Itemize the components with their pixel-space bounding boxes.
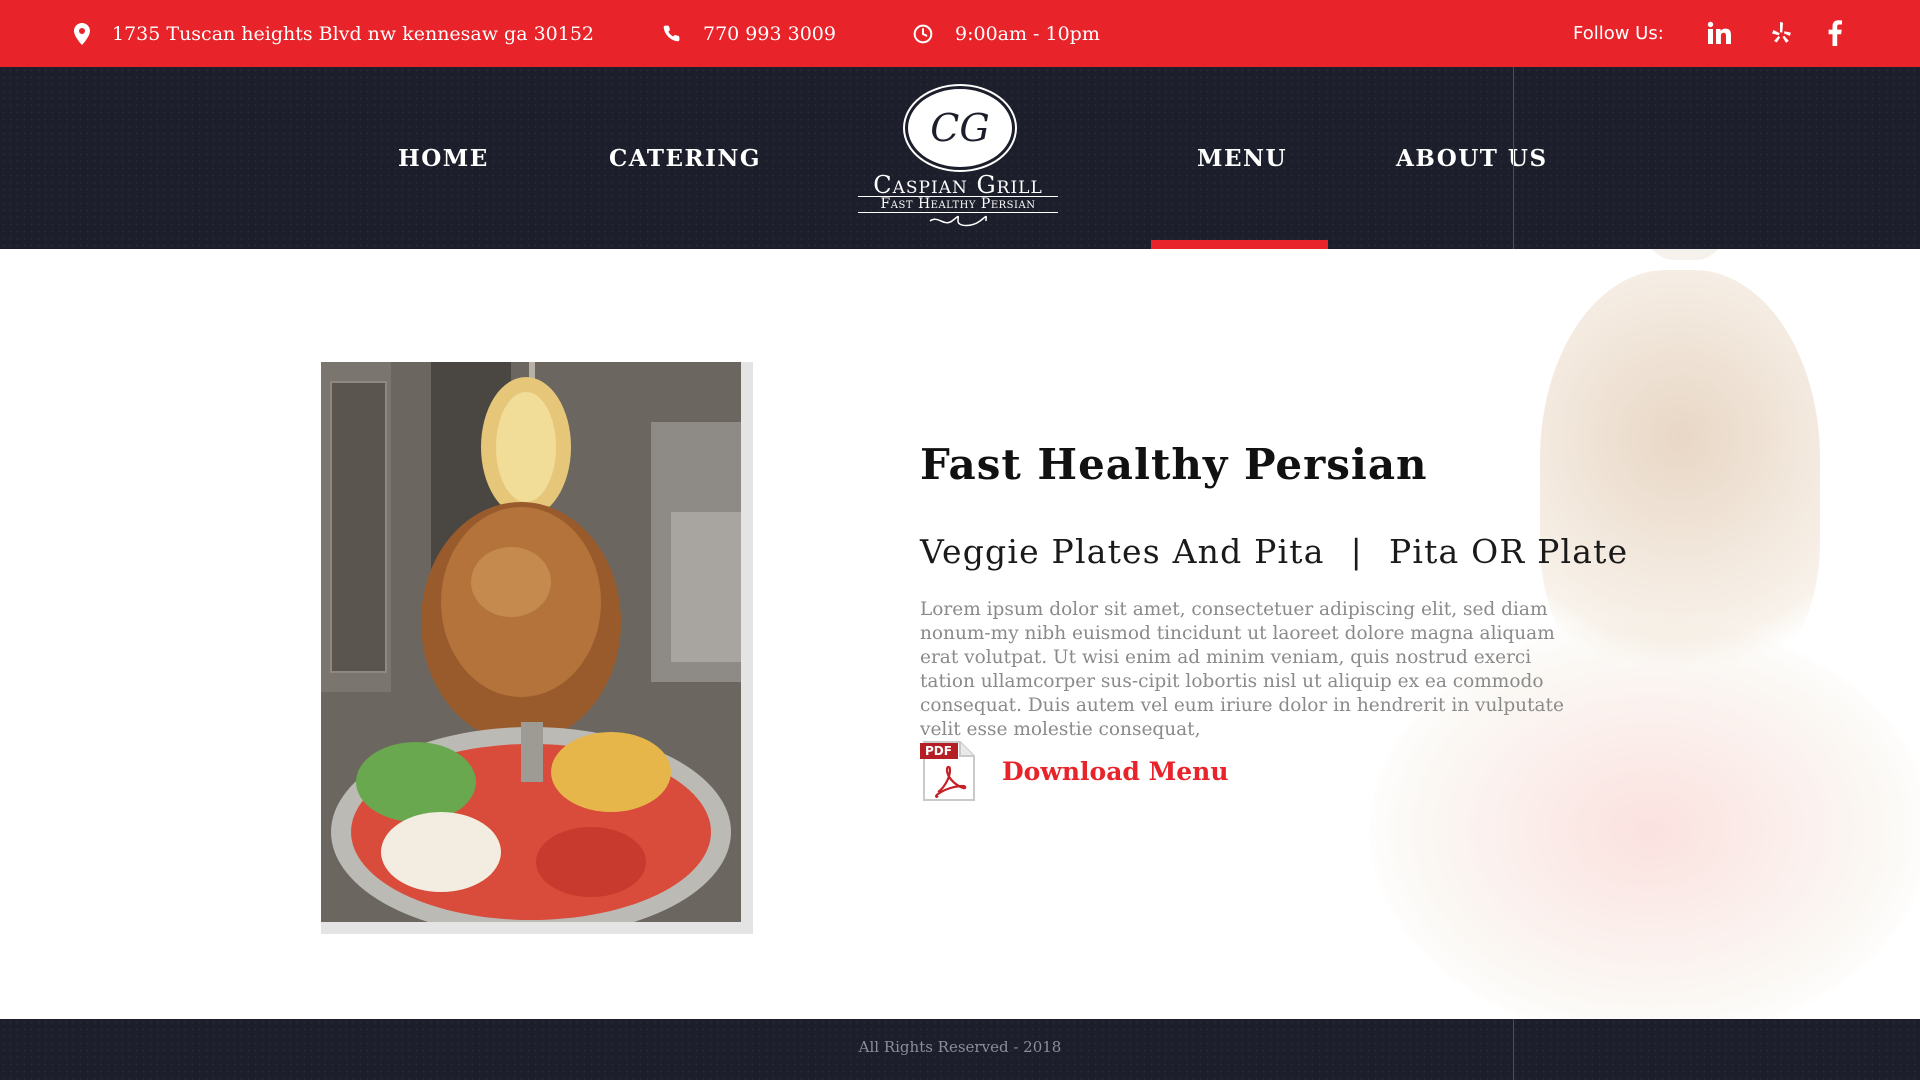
- page-headline: Fast Healthy Persian: [920, 440, 1428, 489]
- clock-icon: [913, 24, 933, 43]
- phone-icon: [663, 25, 680, 42]
- facebook-icon[interactable]: [1820, 18, 1850, 48]
- logo-flourish-icon: [929, 215, 987, 227]
- nav-divider: [1513, 67, 1514, 249]
- follow-us-label: Follow Us:: [1573, 23, 1664, 44]
- footer-divider: [1513, 1019, 1514, 1080]
- nav-menu[interactable]: MENU: [1197, 67, 1287, 249]
- nav-home[interactable]: HOME: [398, 67, 489, 249]
- pdf-icon: PDF: [920, 741, 975, 801]
- nav-about-us[interactable]: ABOUT US: [1396, 67, 1548, 249]
- nav-active-indicator: [1151, 240, 1328, 249]
- pdf-badge-text: PDF: [925, 744, 952, 758]
- copyright-text: All Rights Reserved - 2018: [858, 1038, 1062, 1056]
- body-paragraph: Lorem ipsum dolor sit amet, consectetuer…: [920, 599, 1564, 740]
- address-text: 1735 Tuscan heights Blvd nw kennesaw ga …: [112, 22, 595, 45]
- subline-right: Pita OR Plate: [1388, 532, 1629, 571]
- subheadline: Veggie Plates And Pita | Pita OR Plate: [920, 532, 1628, 571]
- subline-left: Veggie Plates And Pita: [920, 532, 1325, 571]
- logo-monogram: CG: [905, 86, 1015, 170]
- footer: All Rights Reserved - 2018: [0, 1019, 1920, 1080]
- hours-text: 9:00am - 10pm: [955, 22, 1100, 45]
- map-pin-icon: [74, 22, 90, 45]
- hours-info: 9:00am - 10pm: [913, 0, 1100, 67]
- download-menu-label: Download Menu: [1002, 756, 1229, 786]
- address-info: 1735 Tuscan heights Blvd nw kennesaw ga …: [74, 0, 594, 67]
- nav-catering[interactable]: CATERING: [609, 67, 761, 249]
- logo-name: Caspian Grill: [873, 171, 1043, 199]
- logo-tagline: Fast Healthy Persian: [858, 196, 1058, 213]
- subline-separator: |: [1350, 532, 1363, 571]
- food-photo-frame: [321, 362, 753, 934]
- caspian-grill-logo[interactable]: CG Caspian Grill Fast Healthy Persian: [858, 83, 1058, 228]
- linkedin-icon[interactable]: [1704, 18, 1734, 48]
- phone-text: 770 993 3009: [703, 22, 836, 45]
- download-menu-link[interactable]: PDF Download Menu: [918, 740, 1229, 802]
- top-info-bar: 1735 Tuscan heights Blvd nw kennesaw ga …: [0, 0, 1920, 67]
- kebab-photo: [321, 362, 741, 922]
- phone-info[interactable]: 770 993 3009: [662, 0, 836, 67]
- yelp-icon[interactable]: [1767, 18, 1797, 48]
